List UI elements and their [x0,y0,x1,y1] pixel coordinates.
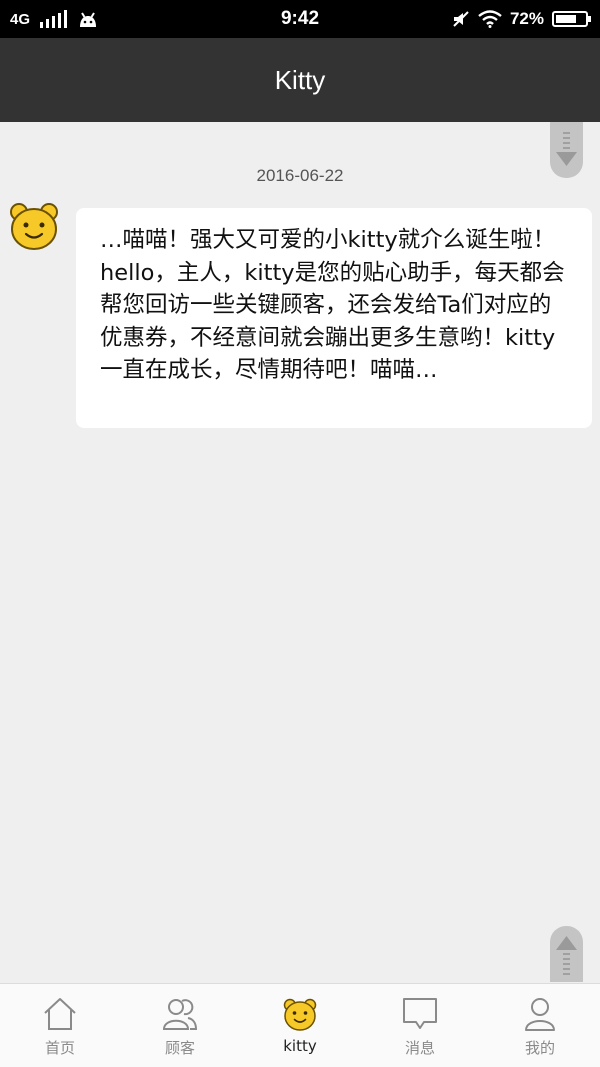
home-icon [44,998,76,1030]
nav-label-home: 首页 [44,1039,75,1057]
nav-label-customers: 顾客 [164,1039,195,1057]
nav-item-kitty[interactable]: kitty [240,984,360,1067]
nav-label-messages: 消息 [404,1039,435,1057]
profile-icon [525,998,555,1031]
kitty-bear-icon [283,998,317,1031]
page-title: Kitty [274,65,326,95]
nav-label-kitty: kitty [283,1037,317,1055]
title-bar: Kitty [0,38,600,122]
mute-icon [453,11,469,27]
battery-percent: 72% [509,9,544,28]
nav-item-profile[interactable]: 我的 [480,984,600,1067]
kitty-bear-avatar-icon [10,203,58,250]
scroll-up-button[interactable] [550,926,583,982]
arrow-up-icon [556,936,577,975]
screen: 4G 9:42 72% Kitty 2016-06-22 …喵喵！强大又可爱的小… [0,0,600,1067]
message-icon [403,998,437,1029]
battery-icon [552,11,591,27]
message-bubble[interactable]: …喵喵！强大又可爱的小kitty就介么诞生啦！hello，主人，kitty是您的… [76,208,592,428]
wifi-icon [478,10,502,28]
nav-item-messages[interactable]: 消息 [360,984,480,1067]
nav-item-customers[interactable]: 顾客 [120,984,240,1067]
status-right: 72% [452,0,591,38]
customers-icon [162,999,198,1030]
chat-date: 2016-06-22 [256,166,344,185]
status-bar: 4G 9:42 72% [0,0,600,38]
message-text: …喵喵！强大又可爱的小kitty就介么诞生啦！hello，主人，kitty是您的… [100,227,565,383]
battery-fill [556,15,576,23]
nav-item-home[interactable]: 首页 [0,984,120,1067]
bottom-nav: 首页 顾客 kitty 消息 我的 [0,983,600,1067]
nav-label-profile: 我的 [524,1039,555,1057]
